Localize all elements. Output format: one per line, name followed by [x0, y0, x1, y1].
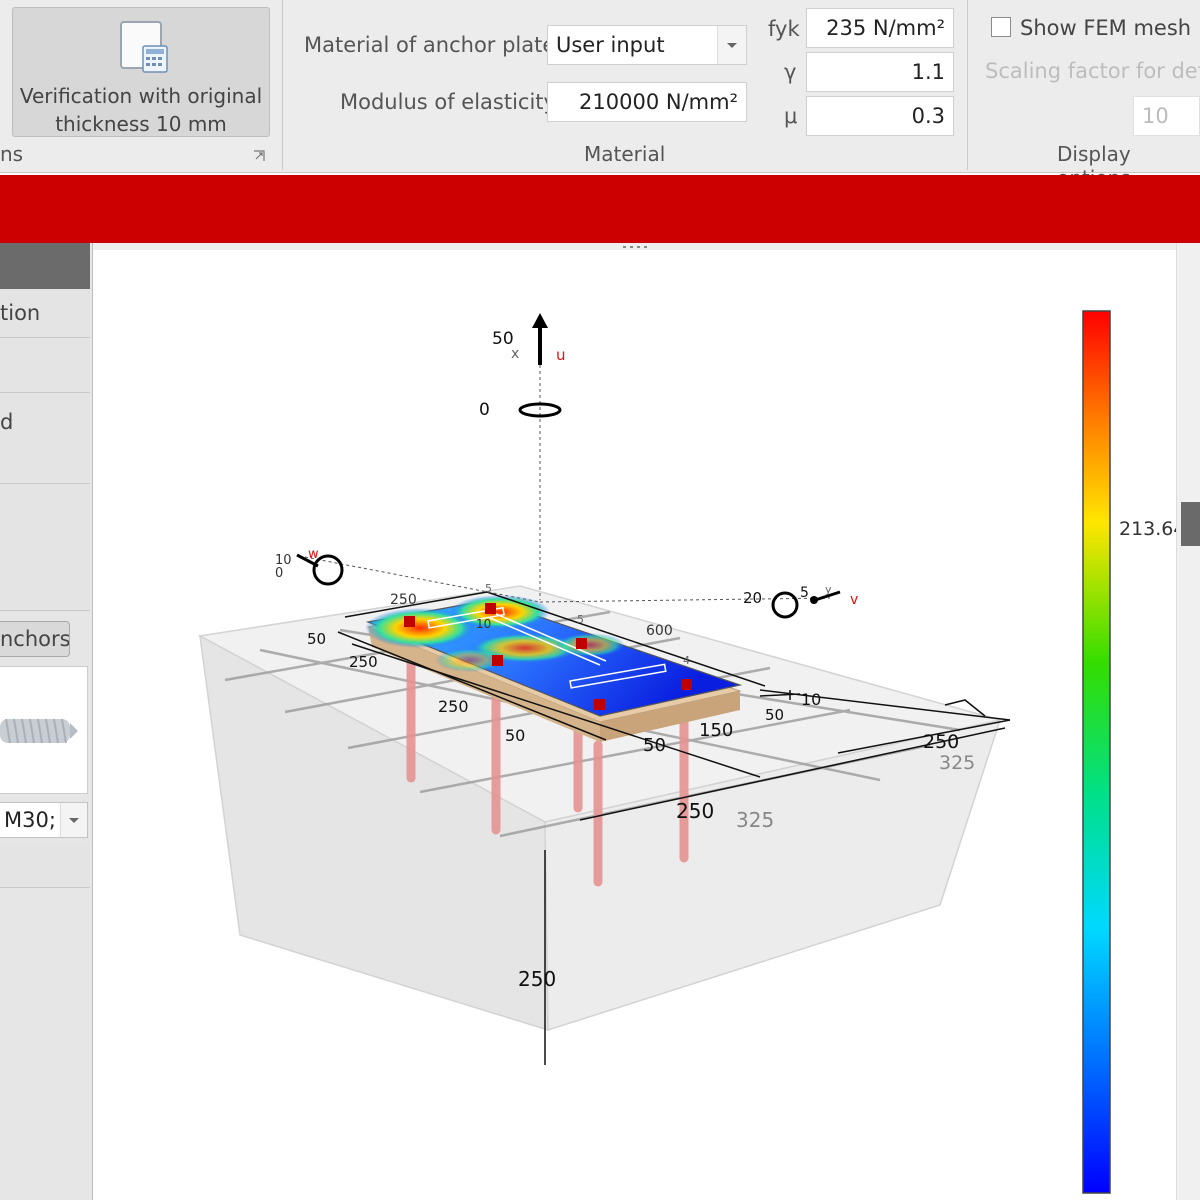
- moment-w-name: w: [308, 547, 319, 562]
- moment-w-values: 10 0: [275, 553, 292, 581]
- anchor-image: [0, 666, 88, 794]
- anchor-plate-model-drawing[interactable]: [93, 250, 1176, 1200]
- gamma-label: γ: [784, 60, 797, 84]
- dimension-label: 50: [307, 630, 327, 648]
- dimension-label: 250: [676, 799, 715, 823]
- left-panel-item[interactable]: tion: [0, 289, 90, 338]
- scrollbar-thumb[interactable]: [1181, 502, 1200, 546]
- show-fem-mesh-checkbox[interactable]: [991, 17, 1011, 37]
- chevron-down-icon[interactable]: [60, 803, 87, 837]
- calculator-icon: [120, 21, 168, 73]
- dialog-launcher-icon[interactable]: [253, 150, 265, 162]
- left-panel-header: [0, 243, 90, 289]
- chevron-down-icon[interactable]: [717, 26, 746, 64]
- dimension-label: 50: [643, 735, 666, 756]
- group-separator: [282, 0, 283, 170]
- anchor-type-select[interactable]: M30;: [0, 802, 88, 838]
- modulus-input[interactable]: 210000 N/mm²: [547, 82, 747, 122]
- dimension-label: 10: [801, 690, 822, 709]
- axial-load-axis: x: [511, 346, 520, 362]
- fyk-label: fyk: [768, 17, 800, 41]
- axial-load-arrowhead: [532, 313, 548, 328]
- dimension-label: 5: [577, 613, 584, 626]
- dimension-label: 50: [505, 726, 526, 745]
- torsion-moment-value: 0: [479, 400, 490, 420]
- group-separator: [967, 0, 968, 170]
- moment-v-sub: 5: [800, 585, 809, 601]
- moment-v-value: 20: [743, 589, 763, 607]
- verification-original-thickness-button[interactable]: Verification with original thickness 10 …: [12, 7, 270, 137]
- anchors-button[interactable]: nchors: [0, 621, 70, 657]
- anchor-plate-material-select[interactable]: User input: [547, 25, 747, 65]
- material-group-title: Material: [584, 142, 666, 166]
- scaling-factor-label: Scaling factor for defo: [985, 59, 1200, 83]
- mu-label: μ: [784, 104, 798, 128]
- left-panel-item[interactable]: [0, 843, 90, 888]
- verify-button-line1: Verification with original: [19, 84, 263, 108]
- modulus-label: Modulus of elasticity: [340, 90, 556, 114]
- anchors-button-label: nchors: [0, 627, 70, 651]
- dimension-label: 50: [765, 706, 785, 724]
- grip-icon: [623, 246, 647, 248]
- dimension-label: 5: [485, 582, 492, 595]
- fyk-input[interactable]: 235 N/mm²: [806, 8, 954, 48]
- left-panel-item[interactable]: [0, 484, 90, 611]
- scaling-factor-input[interactable]: 10: [1133, 96, 1200, 136]
- dimension-label: 250: [923, 731, 960, 753]
- anchor-type-value: M30;: [4, 808, 56, 832]
- gamma-input[interactable]: 1.1: [806, 52, 954, 92]
- axes-and-loads: [296, 313, 841, 619]
- fem-3d-viewport[interactable]: 213.64 N/mm² 50 x u 0 10 0 w 20 5 y v 25…: [93, 250, 1200, 1200]
- dimension-label: 250: [349, 653, 378, 671]
- left-panel-item[interactable]: [0, 338, 90, 393]
- ribbon: Verification with original thickness 10 …: [0, 0, 1200, 190]
- dimension-label: 4: [683, 654, 690, 667]
- anchor-plate-material-label: Material of anchor plate: [304, 33, 556, 57]
- left-panel: tion d nchors M30;: [0, 243, 93, 1200]
- dimension-label: 325: [736, 808, 775, 832]
- dimension-label: 250: [390, 592, 417, 608]
- group-title-fragment: ns: [0, 142, 24, 166]
- moment-v-symbol: [771, 591, 799, 619]
- show-fem-mesh-label[interactable]: Show FEM mesh: [1020, 16, 1191, 40]
- dimension-label: 10: [476, 617, 492, 631]
- dimension-label: 150: [699, 720, 734, 741]
- verify-button-line2: thickness 10 mm: [55, 112, 227, 136]
- dimension-label: 250: [438, 697, 469, 716]
- anchor-plate-material-value: User input: [556, 33, 665, 57]
- dimension-label: 325: [939, 752, 976, 774]
- dimension-label: 600: [646, 623, 673, 639]
- threaded-rod-icon: [0, 718, 78, 744]
- dimension-label: 250: [518, 967, 557, 991]
- moment-v-axis: y: [825, 583, 832, 596]
- mu-input[interactable]: 0.3: [806, 96, 954, 136]
- left-panel-item[interactable]: d: [0, 393, 90, 484]
- vertical-scrollbar[interactable]: [1176, 243, 1200, 1200]
- header-bar: [0, 175, 1200, 243]
- axial-load-name: u: [556, 346, 566, 364]
- moment-v-name: v: [850, 592, 859, 608]
- stress-color-scale: [1082, 310, 1111, 1194]
